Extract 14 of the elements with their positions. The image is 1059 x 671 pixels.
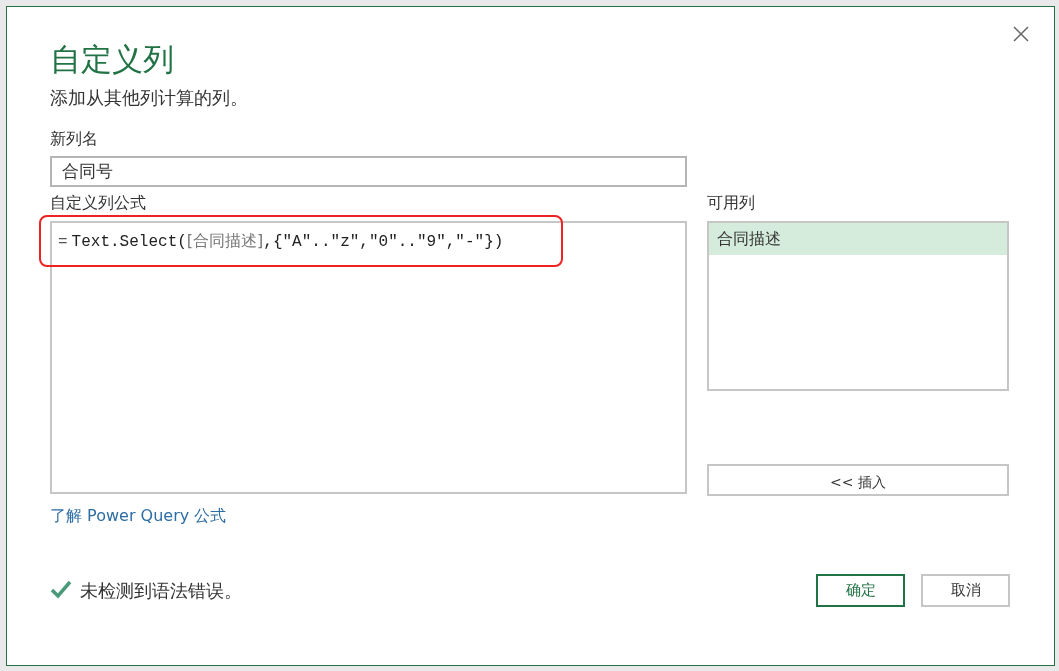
- input-field[interactable]: 合同号: [50, 156, 687, 188]
- insert-button[interactable]: << 插入: [707, 463, 1009, 496]
- formula-editor[interactable]: = Text.Select([合同描述],{"A".."z","0".."9","-"}): [50, 220, 687, 494]
- ok-button[interactable]: 确定: [816, 573, 905, 607]
- cancel-button[interactable]: 取消: [921, 573, 1010, 607]
- dialog-title: 自定义列: [50, 41, 175, 79]
- formula-text: = Text.Select([合同描述],{"A".."z","0".."9","-"}): [58, 229, 505, 253]
- list-label: 可用列: [707, 193, 756, 213]
- field-label: 新列名: [50, 129, 99, 149]
- list-item[interactable]: 合同描述: [709, 222, 1007, 255]
- dialog-subtitle: 添加从其他列计算的列。: [50, 86, 249, 111]
- field-label: 自定义列公式: [50, 193, 147, 213]
- help-link[interactable]: 了解 Power Query 公式: [50, 503, 227, 528]
- status-text: 未检测到语法错误。: [80, 578, 242, 603]
